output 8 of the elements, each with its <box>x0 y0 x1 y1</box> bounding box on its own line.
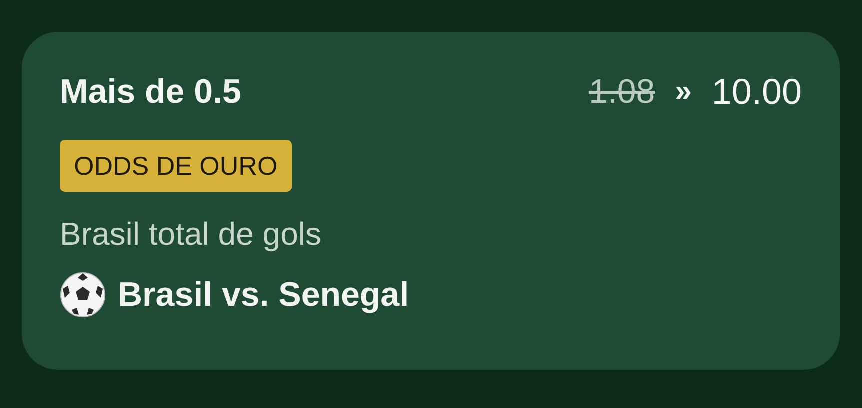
new-odds: 10.00 <box>712 74 802 110</box>
golden-odds-badge: ODDS DE OURO <box>60 140 292 192</box>
match-title: Brasil vs. Senegal <box>118 278 410 312</box>
selection-title: Mais de 0.5 <box>60 75 242 109</box>
market-label: Brasil total de gols <box>60 218 322 250</box>
arrow-text: » <box>675 77 692 107</box>
old-odds: 1.08 <box>589 75 656 109</box>
soccer-ball-icon <box>60 272 106 318</box>
